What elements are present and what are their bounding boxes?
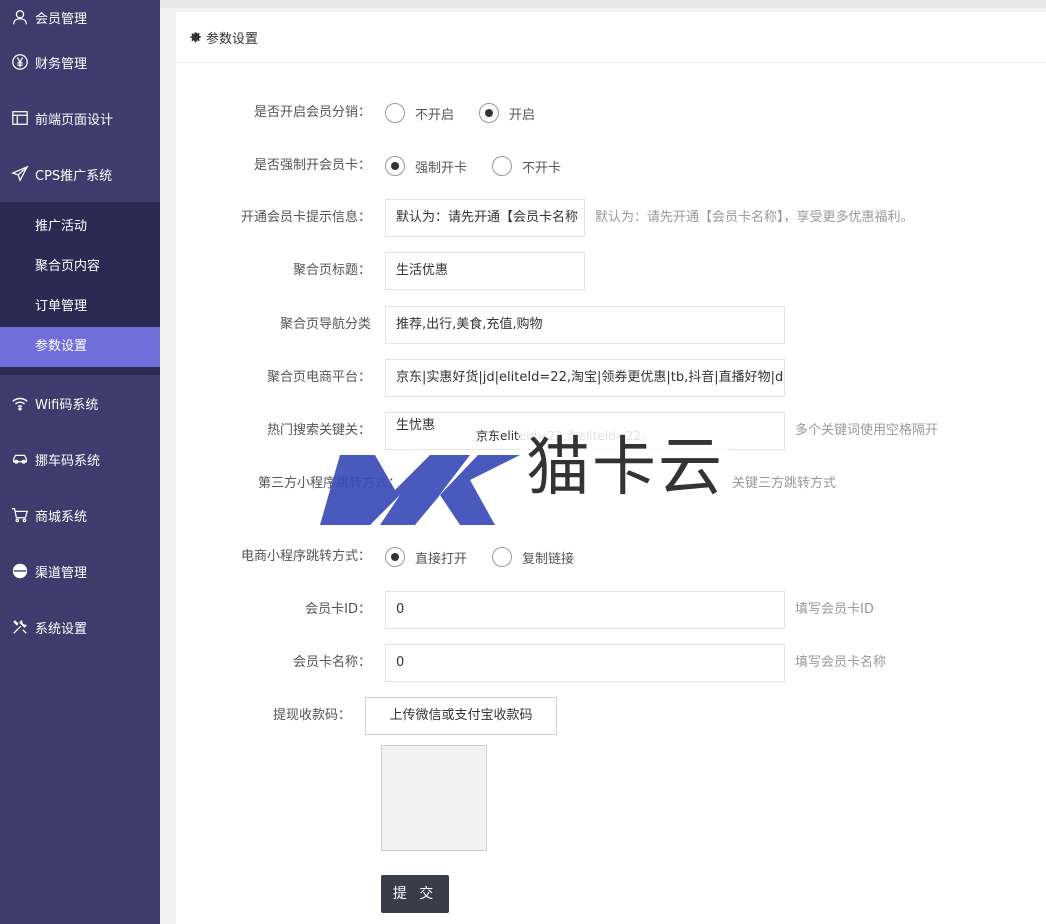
radio-label: 强制开卡	[415, 160, 468, 176]
label-force-card: 是否强制开会员卡：	[253, 158, 371, 173]
agg-nav-input[interactable]: 推荐,出行,美食,充值,购物	[385, 306, 785, 344]
nav-wifi-system[interactable]: Wifi码系统	[0, 375, 160, 431]
nav-finance[interactable]: 财务管理	[0, 34, 160, 90]
circle-icon	[10, 561, 30, 581]
yen-icon	[10, 52, 30, 72]
radio-circle	[492, 156, 513, 176]
card-tip-hint: 默认为：请先开通【会员卡名称】，享受更多优惠福利。	[595, 210, 914, 225]
radio-direct-open[interactable]: 直接打开	[385, 547, 467, 567]
panel-header: 参数设置	[176, 12, 1046, 63]
hot-keywords-value: 生忧惠	[396, 418, 436, 433]
row-agg-nav: 聚合页导航分类 推荐,出行,美食,充值,购物	[176, 306, 1046, 344]
card-id-input[interactable]: 0	[385, 591, 785, 629]
main-content: 参数设置 是否开启会员分销： 不开启 开启 是否强制开会员卡： 强制开卡 不开卡…	[160, 0, 1046, 924]
radio-label: 不开卡	[522, 160, 562, 176]
label-agg-platform: 聚合页电商平台：	[266, 370, 371, 385]
row-agg-platform: 聚合页电商平台： 京东|实惠好货|jd|eliteId=22,淘宝|领券更优惠|…	[176, 359, 1046, 397]
row-card-tip: 开通会员卡提示信息： 默认为：请先开通【会员卡名称 默认为：请先开通【会员卡名称…	[176, 199, 1046, 237]
label-third-party: 第三方小程序跳转方式：	[257, 476, 401, 491]
radio-copy-link[interactable]: 复制链接	[492, 547, 574, 567]
top-strip	[160, 0, 1046, 8]
radio-label: 复制链接	[522, 551, 575, 567]
radio-circle-checked	[385, 547, 405, 567]
cart-icon	[10, 505, 30, 525]
radio-circle	[492, 547, 513, 567]
nav-frontend-design-label: 前端页面设计	[35, 112, 114, 128]
car-icon	[10, 449, 30, 469]
radio-enable-distribution[interactable]: 开启	[479, 103, 535, 123]
label-card-id: 会员卡ID：	[305, 602, 371, 617]
hot-keywords-value-2: 京东eliteId=22,淘eliteId=22,	[476, 429, 645, 443]
submit-button[interactable]: 提 交	[381, 875, 449, 913]
row-withdraw-code: 提现收款码： 上传微信或支付宝收款码	[176, 697, 1046, 735]
radio-no-distribution[interactable]: 不开启	[385, 103, 454, 123]
cps-submenu: 推广活动 聚合页内容 订单管理 参数设置	[0, 202, 160, 372]
qrcode-preview	[381, 745, 487, 851]
sub-order-management[interactable]: 订单管理	[0, 287, 160, 327]
label-card-tip: 开通会员卡提示信息：	[240, 210, 371, 225]
nav-mall-system-label: 商城系统	[35, 509, 88, 525]
sub-aggregate-content[interactable]: 聚合页内容	[0, 247, 160, 287]
panel-title: 参数设置	[206, 31, 259, 47]
radio-label: 直接打开	[415, 551, 468, 567]
radio-circle	[385, 103, 405, 123]
nav-mall-system[interactable]: 商城系统	[0, 487, 160, 543]
sub-promotion-activity[interactable]: 推广活动	[0, 207, 160, 247]
hot-keywords-hint: 多个关键词使用空格隔开	[795, 423, 939, 438]
radio-force-card[interactable]: 强制开卡	[385, 156, 467, 176]
label-hot-keywords: 热门搜索关键关：	[266, 423, 371, 438]
nav-wifi-system-label: Wifi码系统	[35, 397, 99, 413]
row-third-party: 第三方小程序跳转方式： 关键三方跳转方式	[176, 465, 1046, 503]
row-force-card: 是否强制开会员卡： 强制开卡 不开卡	[176, 147, 1046, 185]
nav-frontend-design[interactable]: 前端页面设计	[0, 90, 160, 146]
upload-qrcode-button[interactable]: 上传微信或支付宝收款码	[365, 697, 557, 735]
wifi-icon	[10, 393, 30, 413]
sub-parameter-settings[interactable]: 参数设置	[0, 327, 160, 367]
label-card-name: 会员卡名称：	[292, 655, 371, 670]
card-name-hint: 填写会员卡名称	[795, 655, 887, 670]
row-hot-keywords: 热门搜索关键关： 生忧惠 京东eliteId=22,淘eliteId=22, 多…	[176, 412, 1046, 450]
radio-circle-checked	[385, 156, 405, 176]
tools-icon	[10, 617, 30, 637]
send-icon	[10, 164, 30, 184]
user-icon	[10, 7, 30, 27]
third-party-hint: 关键三方跳转方式	[732, 476, 837, 491]
nav-channel-management[interactable]: 渠道管理	[0, 543, 160, 599]
nav-system-settings[interactable]: 系统设置	[0, 599, 160, 655]
label-agg-nav: 聚合页导航分类	[279, 317, 371, 332]
row-agg-title: 聚合页标题： 生活优惠	[176, 252, 1046, 290]
layout-icon	[10, 108, 30, 128]
settings-panel: 参数设置 是否开启会员分销： 不开启 开启 是否强制开会员卡： 强制开卡 不开卡…	[176, 12, 1046, 924]
nav-system-settings-label: 系统设置	[35, 621, 88, 637]
label-ecom-jump: 电商小程序跳转方式：	[240, 549, 371, 564]
agg-platform-input[interactable]: 京东|实惠好货|jd|eliteId=22,淘宝|领券更优惠|tb,抖音|直播好…	[385, 359, 785, 397]
hot-keywords-input[interactable]: 生忧惠 京东eliteId=22,淘eliteId=22,	[385, 412, 785, 450]
nav-finance-label: 财务管理	[35, 56, 88, 72]
nav-channel-management-label: 渠道管理	[35, 565, 88, 581]
row-card-id: 会员卡ID： 0 填写会员卡ID	[176, 591, 1046, 629]
nav-member-management[interactable]: 会员管理	[0, 0, 160, 34]
card-name-input[interactable]: 0	[385, 644, 785, 682]
nav-cps-system[interactable]: CPS推广系统	[0, 146, 160, 202]
card-id-hint: 填写会员卡ID	[795, 602, 874, 617]
row-card-name: 会员卡名称： 0 填写会员卡名称	[176, 644, 1046, 682]
radio-label: 不开启	[415, 107, 455, 123]
nav-cps-system-label: CPS推广系统	[35, 168, 113, 184]
label-member-distribution: 是否开启会员分销：	[253, 105, 371, 120]
nav-member-management-label: 会员管理	[35, 11, 88, 27]
row-member-distribution: 是否开启会员分销： 不开启 开启	[176, 94, 1046, 132]
gear-icon	[190, 32, 201, 43]
nav-move-car-system-label: 挪车码系统	[35, 453, 101, 469]
label-withdraw-code: 提现收款码：	[272, 708, 351, 723]
row-ecom-jump: 电商小程序跳转方式： 直接打开 复制链接	[176, 538, 1046, 576]
radio-no-card[interactable]: 不开卡	[492, 156, 561, 176]
radio-label: 开启	[509, 107, 536, 123]
sidebar: 会员管理 财务管理 前端页面设计 CPS推广系统 推广活动 聚合页内容 订单管理…	[0, 0, 160, 924]
label-agg-title: 聚合页标题：	[292, 263, 371, 278]
card-tip-input[interactable]: 默认为：请先开通【会员卡名称	[385, 199, 585, 237]
radio-circle-checked	[479, 103, 500, 123]
agg-title-input[interactable]: 生活优惠	[385, 252, 585, 290]
nav-move-car-system[interactable]: 挪车码系统	[0, 431, 160, 487]
